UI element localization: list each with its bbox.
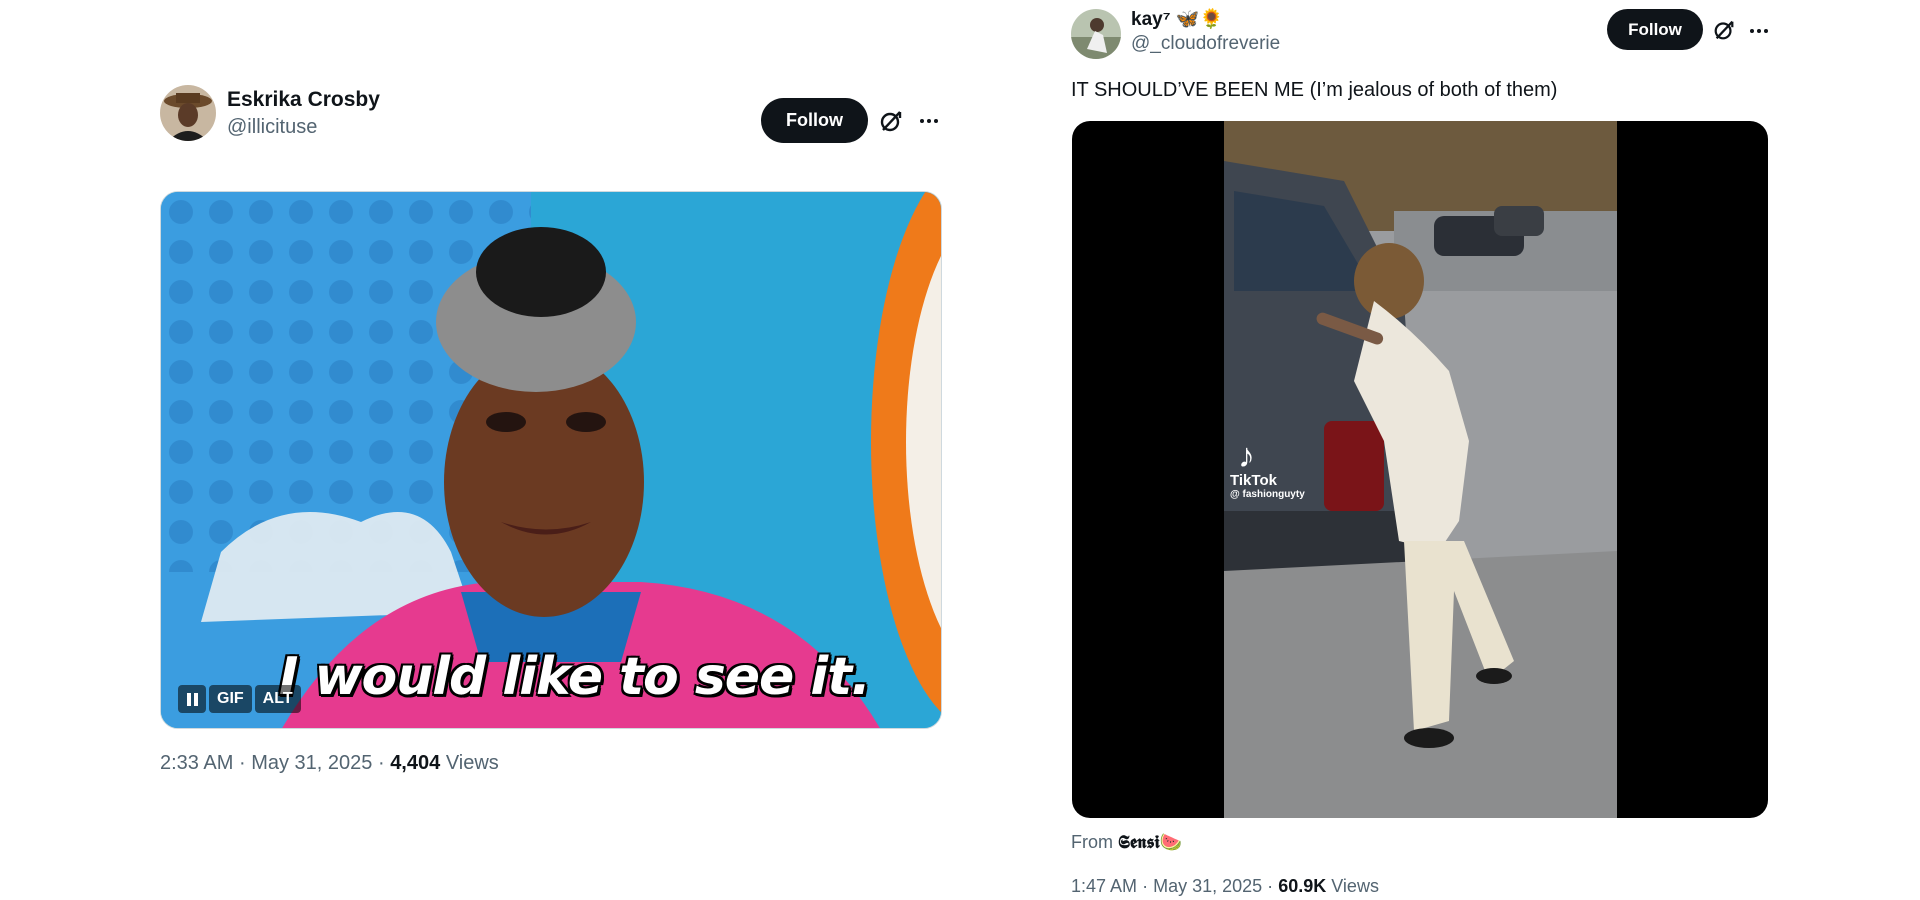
tweet-time[interactable]: 2:33 AM [160,752,233,774]
follow-button[interactable]: Follow [1607,9,1703,50]
views-count: 4,404 [390,752,441,774]
avatar[interactable] [160,85,216,141]
media-controls: GIF ALT [178,685,301,713]
from-source-link[interactable]: 𝕾𝖊𝖓𝖘𝖎🍉 [1118,832,1182,853]
grok-icon[interactable] [1712,18,1736,42]
author-info[interactable]: Eskrika Crosby @illicituse [227,87,380,140]
from-prefix: From [1071,832,1113,852]
author-info[interactable]: kay⁷ 🦋🌻 @_cloudofreverie [1131,9,1280,56]
tweet-date[interactable]: May 31, 2025 [251,752,372,774]
tweet-kay: kay⁷ 🦋🌻 @_cloudofreverie Follow IT SHOUL… [1071,6,1768,896]
grok-icon[interactable] [878,108,904,134]
views-count: 60.9K [1278,876,1327,896]
handle[interactable]: @illicituse [227,114,380,140]
separator: · [1267,876,1274,896]
separator: · [238,752,246,774]
pause-icon[interactable] [178,685,206,713]
more-options-icon[interactable] [1746,18,1772,44]
views-label: Views [445,752,499,774]
tweet-meta: 1:47 AM · May 31, 2025 · 60.9K Views [1071,876,1379,897]
display-name[interactable]: kay⁷ 🦋🌻 [1131,9,1280,31]
video-frame: ♪ TikTok @ fashionguyty [1224,121,1617,818]
display-name[interactable]: Eskrika Crosby [227,87,380,113]
tiktok-watermark: ♪ TikTok @ fashionguyty [1230,439,1305,501]
alt-badge[interactable]: ALT [254,685,301,713]
tiktok-user: @ fashionguyty [1230,489,1305,500]
from-attribution: From 𝕾𝖊𝖓𝖘𝖎🍉 [1071,832,1182,853]
handle[interactable]: @_cloudofreverie [1131,32,1280,56]
more-options-icon[interactable] [916,108,942,134]
tweet-eskrika: Eskrika Crosby @illicituse Follow I woul… [160,85,942,774]
gif-badge[interactable]: GIF [209,685,252,713]
gif-media[interactable]: I would like to see it. GIF ALT [160,191,942,729]
tweet-header: Eskrika Crosby @illicituse Follow [160,85,942,155]
tiktok-name: TikTok [1230,472,1277,489]
avatar[interactable] [1071,9,1121,59]
separator: · [377,752,385,774]
tweet-time[interactable]: 1:47 AM [1071,876,1137,896]
tweet-date[interactable]: May 31, 2025 [1153,876,1262,896]
separator: · [1142,876,1149,896]
video-media[interactable]: ♪ TikTok @ fashionguyty [1072,121,1768,818]
views-label: Views [1331,876,1379,896]
tweet-header: kay⁷ 🦋🌻 @_cloudofreverie Follow [1071,6,1768,76]
follow-button[interactable]: Follow [761,98,868,143]
gif-caption: I would like to see it. [279,647,871,707]
tiktok-icon: ♪ [1238,437,1255,475]
tweet-text: IT SHOULD’VE BEEN ME (I’m jealous of bot… [1071,79,1558,101]
tweet-meta: 2:33 AM · May 31, 2025 · 4,404 Views [160,752,499,775]
